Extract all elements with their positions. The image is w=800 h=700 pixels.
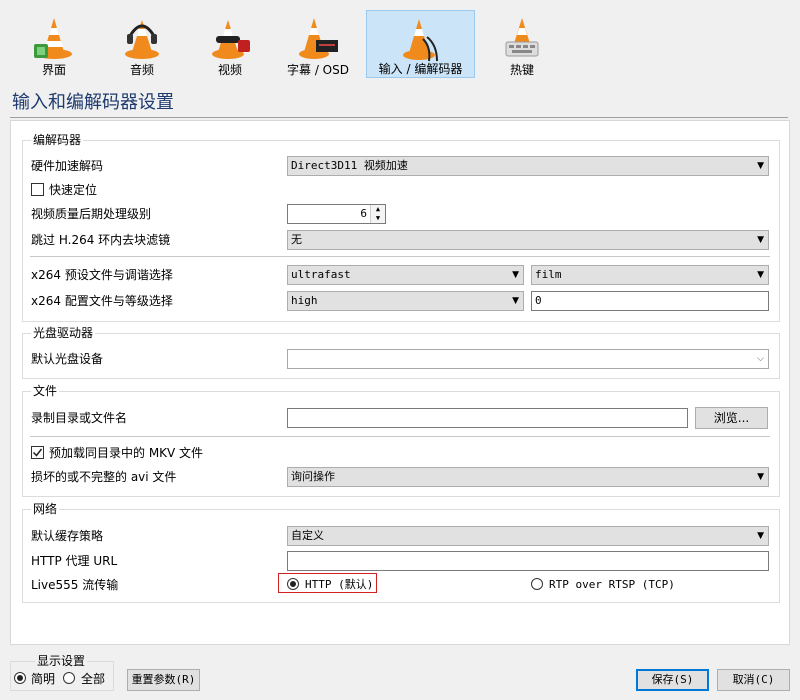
skip-h264-select[interactable]: 无 ▼ <box>287 230 769 250</box>
preload-mkv-checkbox[interactable] <box>31 446 44 459</box>
x264-level-input[interactable]: 0 <box>531 291 769 311</box>
caching-select[interactable]: 自定义 ▼ <box>287 526 769 546</box>
http-proxy-label: HTTP 代理 URL <box>31 554 118 568</box>
hw-decoding-select[interactable]: Direct3D11 视频加速 ▼ <box>287 156 769 176</box>
http-radio[interactable] <box>287 578 299 590</box>
cancel-button[interactable]: 取消(C) <box>717 669 790 691</box>
x264-level-value: 0 <box>535 294 542 307</box>
chevron-down-icon: ⌵ <box>757 354 764 364</box>
http-radio-label: HTTP (默认) <box>305 578 374 591</box>
damaged-avi-label: 损坏的或不完整的 avi 文件 <box>31 470 177 484</box>
pp-quality-spinbox[interactable]: 6 ▲ ▼ <box>287 204 386 224</box>
tab-subtitles-osd[interactable]: 字幕 / OSD <box>278 10 358 78</box>
simple-radio-label: 简明 <box>31 672 56 686</box>
chevron-down-icon: ▼ <box>757 472 764 482</box>
record-dir-label: 录制目录或文件名 <box>31 411 128 425</box>
chevron-down-icon: ▼ <box>512 270 519 280</box>
rtsp-tcp-radio-label: RTP over RTSP (TCP) <box>549 578 675 591</box>
vlc-cone-glasses-icon <box>212 20 250 59</box>
chevron-down-icon: ▼ <box>757 531 764 541</box>
network-group-title: 网络 <box>31 502 60 516</box>
x264-profile-value: high <box>291 294 318 307</box>
tab-subtitles-osd-label: 字幕 / OSD <box>287 63 349 77</box>
files-separator <box>30 436 770 437</box>
x264-tune-value: film <box>535 268 562 281</box>
simple-radio[interactable] <box>14 672 26 684</box>
tab-audio[interactable]: 音频 <box>102 10 182 78</box>
checkmark-icon <box>32 448 43 457</box>
default-device-select[interactable]: ⌵ <box>287 349 769 369</box>
hw-decoding-value: Direct3D11 视频加速 <box>291 159 408 172</box>
files-group-title: 文件 <box>31 384 60 398</box>
x264-preset-select[interactable]: ultrafast ▼ <box>287 265 524 285</box>
title-divider <box>10 117 788 118</box>
chevron-down-icon: ▼ <box>757 235 764 245</box>
vlc-cone-interface-icon <box>34 18 72 59</box>
tab-video-label: 视频 <box>217 63 242 77</box>
chevron-down-icon: ▼ <box>512 296 519 306</box>
hw-decoding-label: 硬件加速解码 <box>31 159 104 173</box>
codecs-group-title: 编解码器 <box>31 133 84 147</box>
pp-quality-value: 6 <box>360 207 367 220</box>
pp-quality-label: 视频质量后期处理级别 <box>31 207 152 221</box>
tab-hotkeys-label: 热键 <box>509 63 534 77</box>
caching-value: 自定义 <box>291 529 324 542</box>
vlc-cone-cable-icon <box>402 19 438 62</box>
tab-interface-label: 界面 <box>41 63 66 77</box>
skip-h264-label: 跳过 H.264 环内去块滤镜 <box>31 233 171 247</box>
skip-h264-value: 无 <box>291 233 302 246</box>
all-radio-label: 全部 <box>81 672 106 686</box>
record-dir-input[interactable] <box>287 408 688 428</box>
damaged-avi-value: 询问操作 <box>291 470 335 483</box>
chevron-down-icon: ▼ <box>757 161 764 171</box>
default-device-label: 默认光盘设备 <box>31 352 104 366</box>
vlc-cone-keyboard-icon <box>505 18 539 57</box>
tab-interface[interactable]: 界面 <box>14 10 94 78</box>
x264-preset-value: ultrafast <box>291 268 351 281</box>
tab-video[interactable]: 视频 <box>190 10 270 78</box>
rtsp-tcp-radio[interactable] <box>531 578 543 590</box>
tab-hotkeys[interactable]: 热键 <box>482 10 562 78</box>
chevron-down-icon: ▼ <box>757 270 764 280</box>
damaged-avi-select[interactable]: 询问操作 ▼ <box>287 467 769 487</box>
show-settings-title: 显示设置 <box>35 654 88 668</box>
spin-arrows-icon[interactable]: ▲ ▼ <box>370 205 385 223</box>
preload-mkv-label: 预加载同目录中的 MKV 文件 <box>49 446 204 460</box>
codecs-separator <box>30 256 770 257</box>
vlc-cone-headphones-icon <box>125 20 159 59</box>
x264-tune-select[interactable]: film ▼ <box>531 265 769 285</box>
reset-preferences-button[interactable]: 重置参数(R) <box>127 669 200 691</box>
browse-button[interactable]: 浏览... <box>695 407 768 429</box>
live555-label: Live555 流传输 <box>31 578 119 592</box>
tab-input-codecs[interactable]: 输入 / 编解码器 <box>366 10 475 78</box>
vlc-cone-subtitles-icon <box>299 18 338 59</box>
fast-seek-checkbox[interactable] <box>31 183 44 196</box>
optical-group-title: 光盘驱动器 <box>31 326 96 340</box>
tab-input-codecs-label: 输入 / 编解码器 <box>378 62 463 76</box>
x264-preset-label: x264 预设文件与调谐选择 <box>31 268 173 282</box>
page-title: 输入和编解码器设置 <box>12 92 174 113</box>
all-radio[interactable] <box>63 672 75 684</box>
save-button[interactable]: 保存(S) <box>636 669 709 691</box>
http-proxy-input[interactable] <box>287 551 769 571</box>
tab-audio-label: 音频 <box>129 63 154 77</box>
fast-seek-label: 快速定位 <box>49 183 98 197</box>
x264-profile-label: x264 配置文件与等级选择 <box>31 294 173 308</box>
caching-label: 默认缓存策略 <box>31 529 104 543</box>
x264-profile-select[interactable]: high ▼ <box>287 291 524 311</box>
